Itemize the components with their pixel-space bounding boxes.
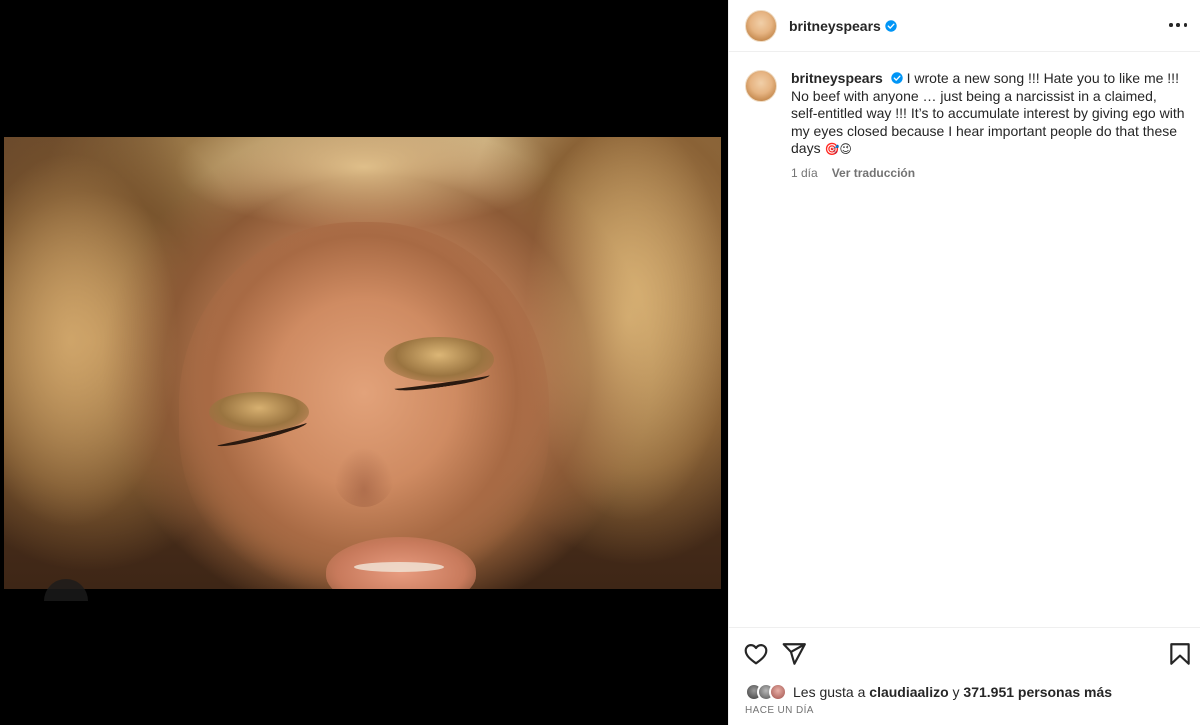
- caption-username[interactable]: britneyspears: [791, 70, 883, 86]
- nose-shadow: [334, 447, 394, 507]
- post-panel: britneyspears britneyspears I wrote a ne…: [728, 0, 1200, 725]
- likes-count-link[interactable]: 371.951 personas más: [963, 684, 1112, 700]
- see-translation-link[interactable]: Ver traducción: [832, 165, 915, 183]
- action-bar: [729, 627, 1200, 677]
- verified-badge-icon: [891, 72, 903, 84]
- caption-comment: britneyspears I wrote a new song !!! Hat…: [745, 70, 1185, 183]
- liker-avatar: [769, 683, 787, 701]
- caption-meta: 1 día Ver traducción: [791, 165, 1185, 183]
- post-timestamp[interactable]: HACE UN DÍA: [745, 705, 814, 716]
- verified-badge-icon: [885, 19, 897, 32]
- liker-username[interactable]: claudiaalizo: [869, 684, 948, 700]
- bookmark-icon[interactable]: [1167, 641, 1193, 667]
- header-username[interactable]: britneyspears: [789, 18, 881, 34]
- caption-avatar[interactable]: [745, 70, 777, 102]
- post-age[interactable]: 1 día: [791, 165, 818, 183]
- likes-connector: y: [952, 684, 960, 700]
- instagram-post-view: britneyspears britneyspears I wrote a ne…: [0, 0, 1200, 725]
- post-header: britneyspears: [729, 0, 1200, 52]
- caption-body: britneyspears I wrote a new song !!! Hat…: [791, 70, 1185, 183]
- avatar[interactable]: [745, 9, 777, 42]
- post-photo[interactable]: [4, 137, 721, 589]
- likes-summary: Les gusta a claudiaalizo y 371.951 perso…: [745, 683, 1112, 701]
- liker-avatars[interactable]: [745, 683, 787, 701]
- more-options-icon[interactable]: [1169, 16, 1187, 34]
- paper-plane-icon[interactable]: [781, 641, 807, 667]
- media-pane: [0, 0, 728, 725]
- caption-emoji: 🎯😉: [824, 142, 852, 157]
- teeth: [354, 562, 444, 572]
- likes-prefix: Les gusta a: [793, 684, 866, 700]
- heart-icon[interactable]: [743, 641, 769, 667]
